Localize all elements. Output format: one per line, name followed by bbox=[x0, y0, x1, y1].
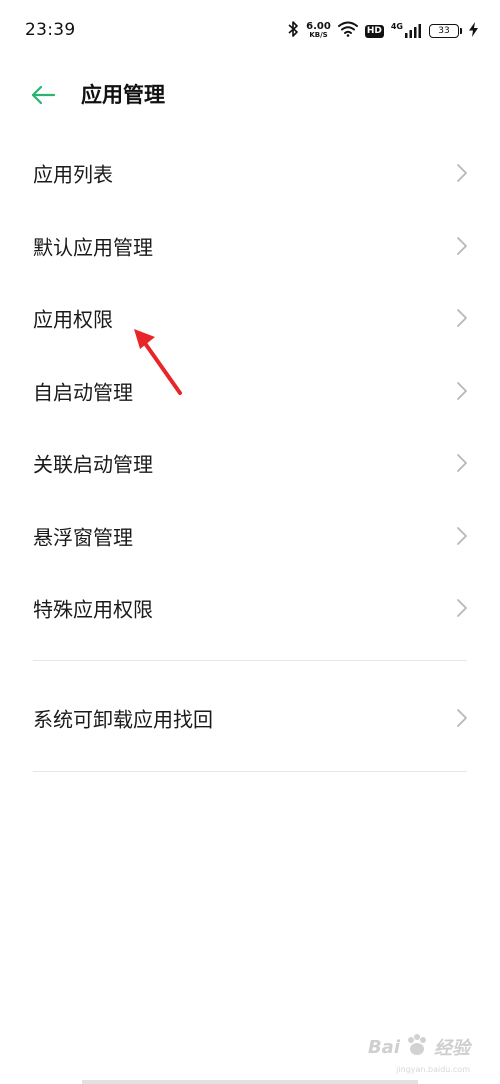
menu-item-label: 自启动管理 bbox=[33, 380, 133, 405]
hd-badge: HD bbox=[364, 24, 384, 38]
status-icons: 6.00 KB/S HD 4G 33 bbox=[288, 20, 478, 42]
section-divider bbox=[33, 771, 467, 772]
menu-item-associated-start[interactable]: 关联启动管理 bbox=[0, 427, 500, 500]
menu-item-label: 应用列表 bbox=[33, 162, 113, 187]
menu-item-app-list[interactable]: 应用列表 bbox=[0, 137, 500, 210]
section-divider bbox=[33, 660, 467, 661]
network-type-label: 4G bbox=[390, 22, 403, 31]
menu-item-autostart[interactable]: 自启动管理 bbox=[0, 355, 500, 428]
watermark: Bai 经验 jingyan.baidu.com bbox=[367, 1032, 470, 1074]
network-speed: 6.00 KB/S bbox=[306, 22, 331, 40]
network-speed-unit: KB/S bbox=[309, 31, 328, 39]
top-app-bar: 应用管理 bbox=[0, 62, 500, 128]
chevron-right-icon bbox=[456, 708, 468, 728]
menu-list: 应用列表 默认应用管理 应用权限 自启动管理 关联启动管理 悬浮窗管理 特殊应用… bbox=[0, 137, 500, 645]
menu-item-recover-system-apps[interactable]: 系统可卸载应用找回 bbox=[0, 682, 500, 755]
watermark-url: jingyan.baidu.com bbox=[396, 1065, 470, 1074]
menu-item-label: 默认应用管理 bbox=[33, 235, 153, 260]
status-bar: 23:39 6.00 KB/S HD 4G 33 bbox=[0, 0, 500, 62]
menu-item-label: 特殊应用权限 bbox=[33, 597, 153, 622]
secondary-menu-list: 系统可卸载应用找回 bbox=[0, 682, 500, 755]
charging-bolt-icon bbox=[469, 21, 478, 41]
wifi-icon bbox=[337, 21, 358, 41]
signal-bars-icon: 4G bbox=[391, 23, 422, 39]
back-arrow-icon[interactable] bbox=[30, 83, 56, 107]
chevron-right-icon bbox=[456, 526, 468, 546]
chevron-right-icon bbox=[456, 381, 468, 401]
menu-item-default-apps[interactable]: 默认应用管理 bbox=[0, 210, 500, 283]
status-time: 23:39 bbox=[25, 20, 76, 40]
battery-icon: 33 bbox=[429, 24, 462, 38]
menu-item-special-permissions[interactable]: 特殊应用权限 bbox=[0, 572, 500, 645]
bluetooth-icon bbox=[288, 21, 299, 41]
chevron-right-icon bbox=[456, 163, 468, 183]
menu-item-label: 系统可卸载应用找回 bbox=[33, 707, 213, 732]
chevron-right-icon bbox=[456, 453, 468, 473]
gesture-bar bbox=[82, 1080, 418, 1084]
annotation-arrow-icon bbox=[128, 323, 188, 403]
menu-item-app-permissions[interactable]: 应用权限 bbox=[0, 282, 500, 355]
network-speed-value: 6.00 bbox=[306, 21, 331, 32]
menu-item-label: 应用权限 bbox=[33, 307, 113, 332]
chevron-right-icon bbox=[456, 308, 468, 328]
paw-logo-icon bbox=[404, 1032, 430, 1062]
battery-level: 33 bbox=[429, 24, 459, 38]
menu-item-label: 关联启动管理 bbox=[33, 452, 153, 477]
chevron-right-icon bbox=[456, 236, 468, 256]
chevron-right-icon bbox=[456, 598, 468, 618]
page-title: 应用管理 bbox=[81, 83, 165, 107]
watermark-text: Bai bbox=[367, 1036, 400, 1058]
menu-item-floating-window[interactable]: 悬浮窗管理 bbox=[0, 500, 500, 573]
menu-item-label: 悬浮窗管理 bbox=[33, 525, 133, 550]
watermark-text-2: 经验 bbox=[434, 1038, 470, 1059]
